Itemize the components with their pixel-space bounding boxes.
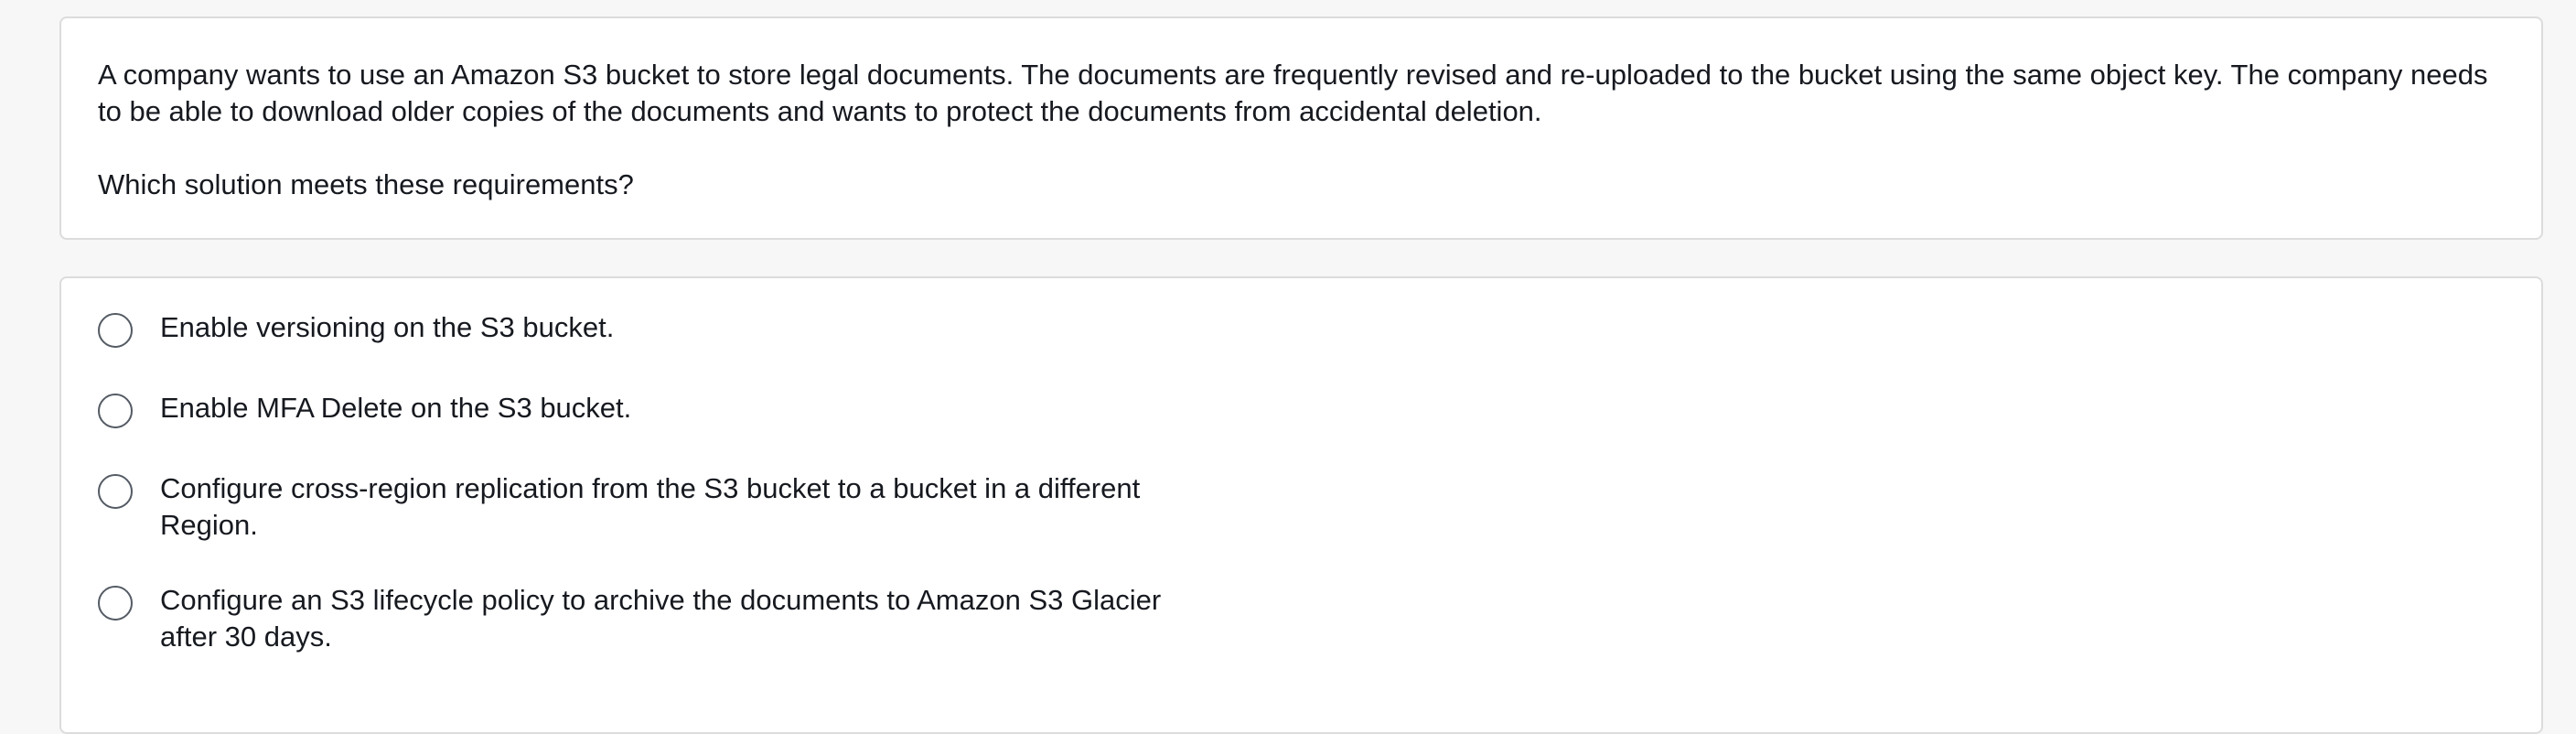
option-label: Configure cross-region replication from … [160, 472, 1141, 541]
option-label: Enable MFA Delete on the S3 bucket. [160, 392, 632, 424]
answer-option-d[interactable]: Configure an S3 lifecycle policy to arch… [98, 582, 2505, 655]
answer-option-c[interactable]: Configure cross-region replication from … [98, 470, 2505, 544]
answer-option-b[interactable]: Enable MFA Delete on the S3 bucket. [98, 390, 2505, 428]
radio-button[interactable] [98, 474, 133, 509]
question-prompt: Which solution meets these requirements? [98, 168, 634, 200]
radio-button[interactable] [98, 394, 133, 428]
option-label: Configure an S3 lifecycle policy to arch… [160, 584, 1162, 653]
answer-option-a[interactable]: Enable versioning on the S3 bucket. [98, 309, 2505, 348]
options-card: Enable versioning on the S3 bucket. Enab… [59, 276, 2543, 734]
question-text: A company wants to use an Amazon S3 buck… [98, 59, 2488, 127]
option-label: Enable versioning on the S3 bucket. [160, 311, 615, 343]
radio-button[interactable] [98, 586, 133, 621]
question-card: A company wants to use an Amazon S3 buck… [59, 16, 2543, 240]
radio-button[interactable] [98, 313, 133, 348]
